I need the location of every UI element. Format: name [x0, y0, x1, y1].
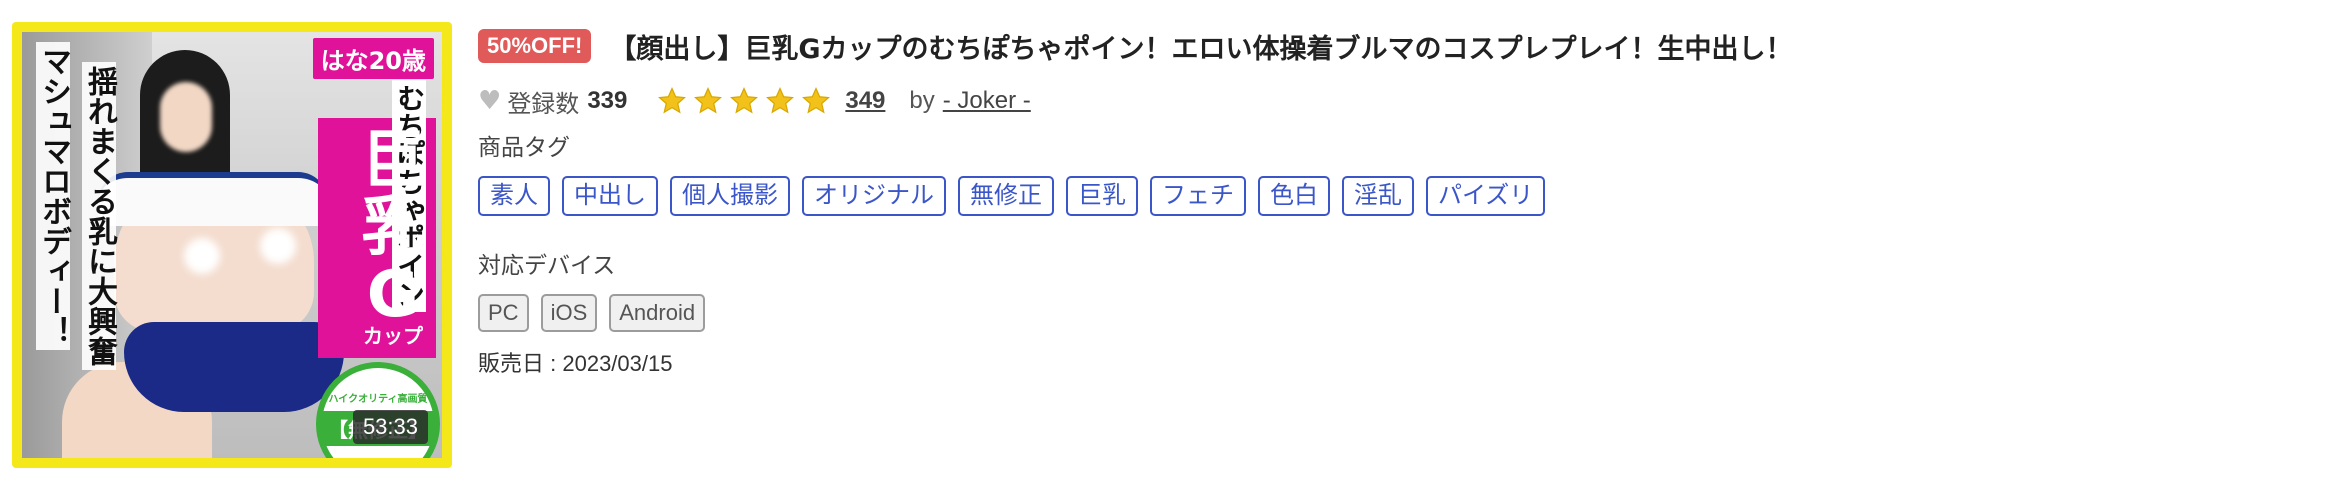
tags-heading: 商品タグ — [478, 135, 570, 161]
quality-badge-subtitle: ハイクオリティ高画質 — [328, 394, 428, 405]
star-icon — [766, 86, 795, 114]
thumbnail-figure-part — [124, 322, 344, 412]
star-icon — [730, 86, 759, 114]
product-thumbnail[interactable]: マシュマロボディー！ 揺れまくる乳に大興奮 はな20歳 むちぽちゃポイン 巨乳G… — [12, 22, 452, 468]
meta-row: ♥ 登録数 339 349 by - Joker - — [478, 84, 2330, 118]
favorite-label: 登録数 — [507, 89, 580, 118]
tag-link[interactable]: 無修正 — [958, 176, 1054, 216]
device-badge: Android — [609, 293, 706, 332]
star-icon — [658, 86, 687, 114]
thumbnail-image: マシュマロボディー！ 揺れまくる乳に大興奮 はな20歳 むちぽちゃポイン 巨乳G… — [22, 32, 442, 458]
release-date-row: 販売日 : 2023/03/15 — [478, 346, 2330, 378]
release-date-value: 2023/03/15 — [562, 350, 673, 376]
discount-badge: 50%OFF! — [478, 28, 592, 64]
video-duration: 53:33 — [352, 410, 428, 444]
thumbnail-big-title: 巨乳G — [361, 124, 425, 333]
thumbnail-figure-part — [98, 172, 328, 226]
thumbnail-censor-blur — [184, 238, 220, 274]
by-label: by — [909, 87, 935, 114]
tag-link[interactable]: フェチ — [1150, 176, 1246, 216]
release-date-label: 販売日 — [478, 351, 545, 377]
device-badge: PC — [478, 293, 529, 332]
tag-link[interactable]: パイズリ — [1426, 176, 1546, 216]
release-date-separator: : — [544, 350, 563, 376]
rating-stars — [657, 86, 837, 116]
review-count-link[interactable]: 349 — [845, 87, 885, 115]
tag-link[interactable]: 淫乱 — [1342, 176, 1414, 216]
tag-link[interactable]: 巨乳 — [1066, 176, 1138, 216]
tag-list: 素人 中出し 個人撮影 オリジナル 無修正 巨乳 フェチ 色白 淫乱 パイズリ — [478, 176, 2330, 216]
product-info: 50%OFF! 【顔出し】巨乳Gカップのむちぽちゃポイン！エロい体操着ブルマのコ… — [478, 26, 2330, 378]
star-icon — [694, 86, 723, 114]
thumbnail-cup-label: カップ — [363, 324, 423, 348]
devices-heading: 対応デバイス — [478, 252, 616, 279]
device-badge: iOS — [540, 293, 598, 332]
title-row: 50%OFF! 【顔出し】巨乳Gカップのむちぽちゃポイン！エロい体操着ブルマのコ… — [478, 26, 2330, 66]
tag-link[interactable]: 色白 — [1258, 176, 1330, 216]
tag-link[interactable]: 素人 — [478, 176, 550, 216]
heart-icon[interactable]: ♥ — [478, 86, 501, 116]
tag-link[interactable]: オリジナル — [802, 176, 946, 216]
star-icon — [802, 86, 831, 114]
favorite-count: 339 — [587, 87, 628, 114]
author-link[interactable]: - Joker - — [943, 87, 1031, 115]
product-title[interactable]: 【顔出し】巨乳Gカップのむちぽちゃポイン！エロい体操着ブルマのコスプレプレイ！生… — [609, 27, 1792, 66]
tag-link[interactable]: 個人撮影 — [670, 176, 790, 216]
thumbnail-figure-part — [160, 82, 212, 152]
thumbnail-censor-blur — [260, 228, 296, 264]
thumbnail-age-badge: はな20歳 — [312, 38, 434, 79]
thumbnail-catch-copy: マシュマロボディー！ — [36, 42, 71, 350]
thumbnail-catch-copy: 揺れまくる乳に大興奮 — [82, 62, 117, 370]
tag-link[interactable]: 中出し — [562, 176, 658, 216]
device-list: PC iOS Android — [478, 293, 2330, 332]
